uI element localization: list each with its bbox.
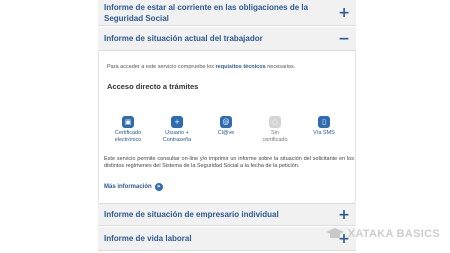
access-heading: Acceso directo a trámites (107, 82, 199, 91)
more-info-label: Más información (104, 184, 152, 190)
clave-icon: @ (220, 116, 232, 128)
access-options: ▣ Certificado electrónico + Usuario + Co… (99, 116, 357, 152)
accordion-expanded-content: Para acceder a este servicio compruebe l… (98, 52, 356, 202)
sms-icon: ▯ (318, 116, 330, 128)
no-certificate-icon: ○ (269, 116, 281, 128)
accordion-item-title: Informe de situación actual del trabajad… (104, 34, 263, 43)
requisitos-tecnicos-link[interactable]: requisitos técnicos (216, 64, 266, 70)
intro-text: Para acceder a este servicio compruebe l… (107, 64, 296, 70)
accordion-item-corriente-obligaciones[interactable]: Informe de estar al corriente en las obl… (98, 0, 356, 26)
option-usuario-contrasena[interactable]: + Usuario + Contraseña (154, 116, 200, 143)
accordion-item-vida-laboral[interactable]: Informe de vida laboral + (98, 227, 356, 251)
option-via-sms[interactable]: ▯ Vía SMS (301, 116, 347, 137)
plus-icon[interactable]: + (338, 6, 350, 20)
certificate-icon: ▣ (122, 116, 134, 128)
minus-icon[interactable]: − (338, 32, 350, 46)
user-password-icon: + (171, 116, 183, 128)
accordion-item-situacion-trabajador[interactable]: Informe de situación actual del trabajad… (98, 27, 356, 51)
chevron-right-icon: » (154, 183, 163, 191)
xataka-basics-watermark: XATAKA BASICS (325, 228, 440, 240)
option-certificado-electronico[interactable]: ▣ Certificado electrónico (105, 116, 151, 143)
plus-icon[interactable]: + (338, 208, 350, 222)
accordion-item-title: Informe de vida laboral (104, 234, 192, 243)
graduation-cap-icon (325, 228, 344, 240)
more-info-link[interactable]: Más información » (104, 183, 163, 191)
accordion-item-title: Informe de situación de empresario indiv… (104, 210, 279, 219)
watermark-text: XATAKA BASICS (347, 228, 440, 240)
service-description: Este servicio permite consultar on-line … (104, 156, 354, 169)
option-sin-certificado[interactable]: ○ Sin certificado (252, 116, 298, 143)
option-clave[interactable]: @ Cl@ve (203, 116, 249, 137)
accordion-item-title: Informe de estar al corriente en las obl… (104, 2, 309, 23)
accordion-item-empresario-individual[interactable]: Informe de situación de empresario indiv… (98, 203, 356, 226)
